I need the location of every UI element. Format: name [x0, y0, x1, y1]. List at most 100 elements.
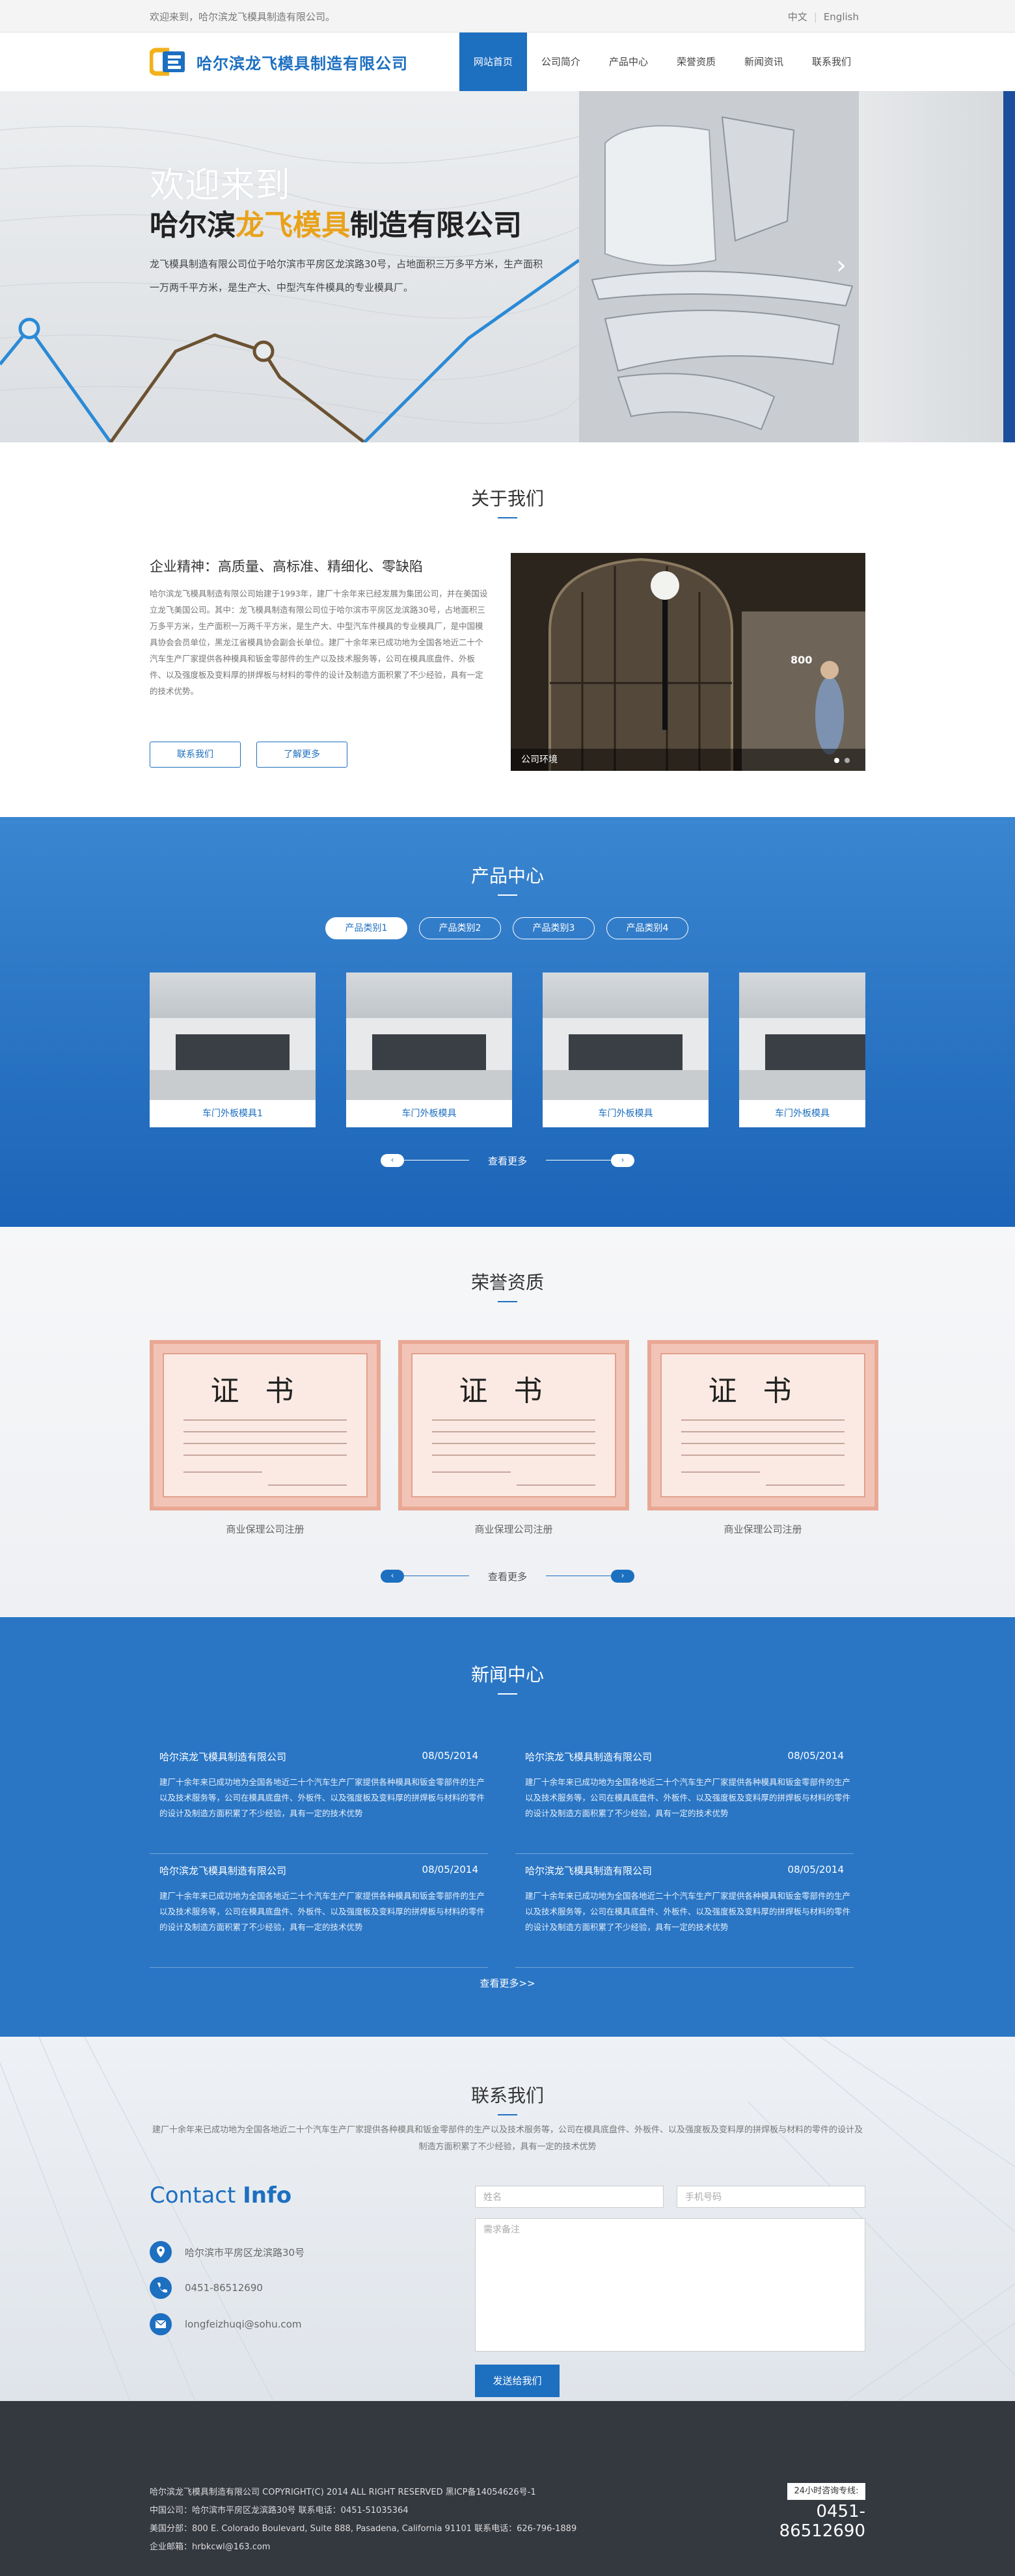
product-name: 车门外板模具 — [775, 1108, 830, 1119]
carousel-dot[interactable] — [845, 758, 850, 763]
product-card[interactable]: 车门外板模具 — [543, 973, 709, 1127]
products-title: 产品中心 — [470, 865, 544, 887]
certificate-image[interactable]: 证书 — [150, 1340, 381, 1510]
logo-mark-icon — [148, 47, 189, 76]
honors-more-link[interactable]: 查看更多 — [381, 1570, 634, 1583]
nav-item-contact[interactable]: 联系我们 — [798, 33, 865, 91]
about-company-photo: 800 公司环境 — [511, 553, 865, 771]
contact-intro: 建厂十余年来已成功地为全国各地近二十个汽车生产厂家提供各种模具和钣金零部件的生产… — [152, 2125, 863, 2152]
contact-name-input[interactable]: 姓名 — [475, 2186, 664, 2208]
product-card[interactable]: 车门外板模具1 — [150, 973, 316, 1127]
news-title[interactable]: 哈尔滨龙飞模具制造有限公司 — [525, 1864, 652, 1877]
nav-item-products[interactable]: 产品中心 — [595, 33, 662, 91]
news-item[interactable]: 哈尔滨龙飞模具制造有限公司 08/05/2014 建厂十余年来已成功地为全国各地… — [515, 1864, 854, 1968]
lang-chinese-link[interactable]: 中文 — [781, 11, 814, 23]
news-item[interactable]: 哈尔滨龙飞模具制造有限公司 08/05/2014 建厂十余年来已成功地为全国各地… — [150, 1750, 488, 1854]
product-image — [150, 973, 316, 1100]
products-title-underline — [498, 894, 517, 896]
contact-submit-button[interactable]: 发送给我们 — [475, 2365, 560, 2397]
news-date: 08/05/2014 — [422, 1750, 478, 1762]
product-name: 车门外板模具1 — [202, 1108, 263, 1119]
product-tab-3[interactable]: 产品类别3 — [513, 917, 595, 939]
logo-company-name: 哈尔滨龙飞模具制造有限公司 — [196, 54, 408, 73]
cert-text-line — [681, 1443, 845, 1444]
contact-address-text: 哈尔滨市平房区龙滨路30号 — [185, 2246, 305, 2259]
top-bar: 欢迎来到，哈尔滨龙飞模具制造有限公司。 中文 | English — [0, 0, 1015, 33]
contact-address: 哈尔滨市平房区龙滨路30号 — [150, 2241, 304, 2263]
footer-us-office: 美国分部：800 E. Colorado Boulevard, Suite 88… — [150, 2524, 577, 2534]
hero-heading-line2: 哈尔滨龙飞模具制造有限公司 — [150, 202, 522, 243]
phone-icon — [150, 2277, 172, 2299]
news-more-link[interactable]: 查看更多>> — [0, 1976, 1015, 1990]
news-date: 08/05/2014 — [787, 1864, 844, 1875]
hero-heading-highlight: 龙飞模具 — [236, 209, 350, 242]
products-more-row: ‹ › 查看更多 — [381, 1154, 634, 1167]
hero-next-arrow-icon[interactable]: › — [836, 250, 846, 280]
contact-phone-input[interactable]: 手机号码 — [677, 2186, 865, 2208]
product-image — [739, 973, 865, 1100]
certificate-border: 证书 — [660, 1353, 865, 1497]
site-logo[interactable]: 哈尔滨龙飞模具制造有限公司 — [148, 47, 408, 77]
product-card[interactable]: 车门外板模具 — [346, 973, 512, 1127]
news-item[interactable]: 哈尔滨龙飞模具制造有限公司 08/05/2014 建厂十余年来已成功地为全国各地… — [515, 1750, 854, 1854]
honors-title: 荣誉资质 — [470, 1272, 544, 1293]
product-tab-1[interactable]: 产品类别1 — [325, 917, 407, 939]
cert-text-line — [766, 1484, 845, 1486]
news-title[interactable]: 哈尔滨龙飞模具制造有限公司 — [159, 1750, 286, 1764]
certificate-image[interactable]: 证书 — [647, 1340, 878, 1510]
news-title[interactable]: 哈尔滨龙飞模具制造有限公司 — [525, 1750, 652, 1764]
nav-item-home[interactable]: 网站首页 — [459, 33, 527, 91]
cert-text-line — [432, 1471, 511, 1473]
hero-description: 龙飞模具制造有限公司位于哈尔滨市平房区龙滨路30号，占地面积三万多平方米，生产面… — [150, 258, 543, 293]
nav-item-news[interactable]: 新闻资讯 — [730, 33, 798, 91]
about-photo-dots[interactable] — [834, 758, 850, 763]
language-switch: 中文 | English — [781, 10, 865, 23]
product-tab-2[interactable]: 产品类别2 — [419, 917, 501, 939]
footer-china-office: 中国公司：哈尔滨市平房区龙滨路30号 联系电话：0451-51035364 — [150, 2506, 409, 2516]
cert-text-line — [681, 1419, 845, 1421]
contact-heading-bold: Info — [243, 2182, 292, 2208]
news-date: 08/05/2014 — [422, 1864, 478, 1875]
about-contact-button[interactable]: 联系我们 — [150, 742, 241, 768]
product-name: 车门外板模具 — [401, 1108, 457, 1119]
about-more-button[interactable]: 了解更多 — [256, 742, 347, 768]
cert-text-line — [432, 1455, 595, 1456]
nav-item-about[interactable]: 公司简介 — [527, 33, 595, 91]
cert-text-line — [681, 1471, 760, 1473]
product-tab-4[interactable]: 产品类别4 — [606, 917, 688, 939]
hero-banner: 欢迎来到 哈尔滨龙飞模具制造有限公司 龙飞模具制造有限公司位于哈尔滨市平房区龙滨… — [0, 91, 1015, 442]
contact-note-textarea[interactable]: 需求备注 — [475, 2218, 865, 2352]
site-header: 哈尔滨龙飞模具制造有限公司 网站首页 公司简介 产品中心 荣誉资质 新闻资讯 联… — [0, 33, 1015, 91]
certificate-border: 证书 — [163, 1353, 368, 1497]
about-photo-caption: 公司环境 — [511, 749, 865, 771]
news-title[interactable]: 哈尔滨龙飞模具制造有限公司 — [159, 1864, 286, 1877]
certificate-name: 商业保理公司注册 — [474, 1523, 553, 1535]
certificate-title: 证书 — [459, 1375, 569, 1408]
mail-icon — [150, 2313, 172, 2335]
product-image — [543, 973, 709, 1100]
footer-email: 企业邮箱：hrbkcwl@163.com — [150, 2542, 271, 2552]
about-title: 关于我们 — [470, 488, 544, 509]
nav-item-honors[interactable]: 荣誉资质 — [662, 33, 730, 91]
main-nav: 网站首页 公司简介 产品中心 荣誉资质 新闻资讯 联系我们 — [459, 33, 865, 91]
carousel-dot[interactable] — [834, 758, 839, 763]
certificate-name: 商业保理公司注册 — [226, 1523, 304, 1535]
hero-heading-line1: 欢迎来到 — [150, 165, 290, 206]
footer-hotline-number: 0451-86512690 — [779, 2502, 865, 2541]
news-item[interactable]: 哈尔滨龙飞模具制造有限公司 08/05/2014 建厂十余年来已成功地为全国各地… — [150, 1864, 488, 1968]
contact-title: 联系我们 — [470, 2085, 544, 2106]
about-title-underline — [498, 517, 517, 518]
cert-text-line — [183, 1443, 347, 1444]
cert-text-line — [183, 1419, 347, 1421]
hero-side-panel — [859, 91, 1003, 442]
news-summary: 建厂十余年来已成功地为全国各地近二十个汽车生产厂家提供各种模具和钣金零部件的生产… — [525, 1891, 851, 1932]
certificate-image[interactable]: 证书 — [398, 1340, 629, 1510]
product-card[interactable]: 车门外板模具 — [739, 973, 865, 1127]
cert-text-line — [681, 1455, 845, 1456]
cert-text-line — [432, 1443, 595, 1444]
lang-english-link[interactable]: English — [817, 11, 865, 23]
product-name: 车门外板模具 — [598, 1108, 653, 1119]
products-more-link[interactable]: 查看更多 — [381, 1154, 634, 1168]
contact-email-text[interactable]: longfeizhuqi@sohu.com — [185, 2318, 301, 2330]
footer-hotline-label: 24小时咨询专线: — [787, 2483, 865, 2500]
